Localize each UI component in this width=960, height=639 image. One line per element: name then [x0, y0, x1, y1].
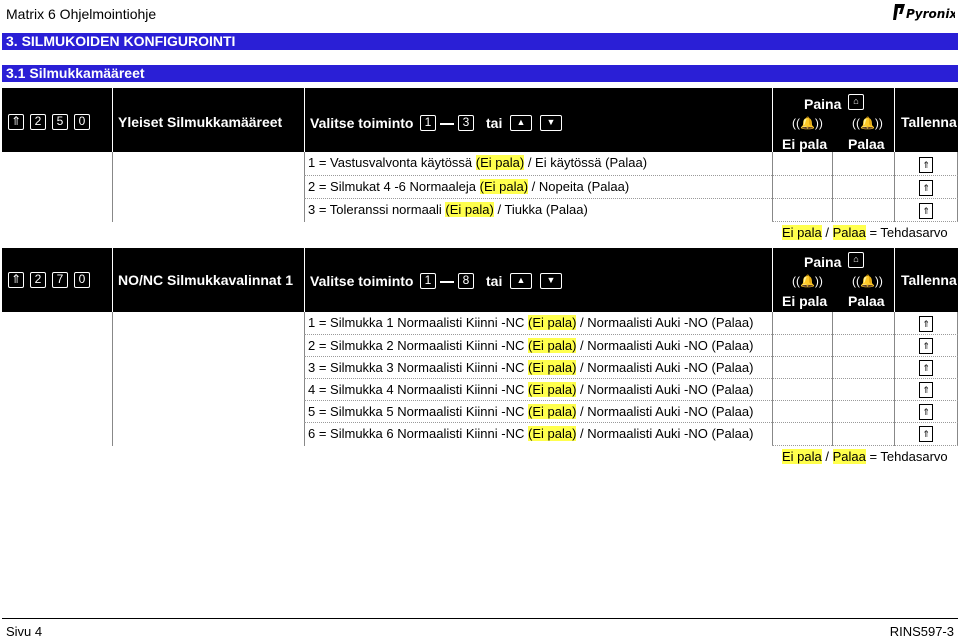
section-heading: 3.1 Silmukkamääreet	[2, 65, 958, 82]
save-key-icon: ⇑	[919, 360, 933, 376]
option-row: 2 = Silmukka 2 Normaalisti Kiinni -NC (E…	[308, 338, 754, 353]
save-key-icon: ⇑	[919, 382, 933, 398]
arrow-up-icon: ▲	[510, 273, 532, 289]
key-digit: 8	[458, 273, 474, 289]
key-digit: 7	[52, 272, 68, 288]
save-key-icon: ⇑	[919, 180, 933, 196]
save-label: Tallenna	[901, 114, 957, 130]
page-number: Sivu 4	[6, 624, 43, 639]
document-title: Matrix 6 Ohjelmointiohje	[6, 6, 157, 22]
option-row: 4 = Silmukka 4 Normaalisti Kiinni -NC (E…	[308, 382, 754, 397]
factory-default-note: Ei pala / Palaa = Tehdasarvo	[782, 225, 948, 240]
on-label: Palaa	[848, 136, 885, 152]
svg-text:Pyronix: Pyronix	[906, 7, 955, 21]
save-key-icon: ⇑	[919, 338, 933, 354]
option-row: 3 = Toleranssi normaali (Ei pala) / Tiuk…	[308, 202, 588, 217]
key-digit: 5	[52, 114, 68, 130]
option-row: 2 = Silmukat 4 -6 Normaaleja (Ei pala) /…	[308, 179, 630, 194]
block-name: Yleiset Silmukkamääreet	[118, 114, 283, 130]
pyronix-logo: Pyronix	[893, 4, 955, 21]
block1-header-bar: ⇑ 2 5 0 Yleiset Silmukkamääreet Valitse …	[2, 88, 958, 152]
range-dash	[440, 123, 454, 125]
arrow-down-icon: ▼	[540, 273, 562, 289]
option-row: 6 = Silmukka 6 Normaalisti Kiinni -NC (E…	[308, 426, 754, 441]
document-code: RINS597-3	[889, 624, 954, 639]
footer-divider	[2, 618, 958, 619]
bell-icon: ((🔔))	[792, 274, 823, 288]
bell-icon: ((🔔))	[852, 274, 883, 288]
on-label: Palaa	[848, 293, 885, 309]
chapter-heading: 3. SILMUKOIDEN KONFIGUROINTI	[2, 33, 958, 50]
save-key-icon: ⇑	[919, 426, 933, 442]
save-key-icon: ⇑	[919, 316, 933, 332]
off-label: Ei pala	[782, 136, 828, 152]
off-label: Ei pala	[782, 293, 828, 309]
instruction-text: Valitse toiminto	[310, 273, 414, 289]
key-digit: 0	[74, 272, 90, 288]
arrow-down-icon: ▼	[540, 115, 562, 131]
key-digit: 2	[30, 272, 46, 288]
instruction-text: Valitse toiminto	[310, 115, 414, 131]
option-row: 3 = Silmukka 3 Normaalisti Kiinni -NC (E…	[308, 360, 754, 375]
keypad-icon: ⌂	[848, 252, 864, 268]
option-row: 1 = Vastusvalvonta käytössä (Ei pala) / …	[308, 155, 648, 170]
program-key-icon: ⇑	[8, 114, 24, 130]
save-label: Tallenna	[901, 272, 957, 288]
block2-header-bar: ⇑ 2 7 0 NO/NC Silmukkavalinnat 1 Valitse…	[2, 248, 958, 312]
or-text: tai	[486, 273, 503, 289]
bell-icon: ((🔔))	[792, 116, 823, 130]
key-digit: 3	[458, 115, 474, 131]
arrow-up-icon: ▲	[510, 115, 532, 131]
bell-icon: ((🔔))	[852, 116, 883, 130]
press-label: Paina	[804, 254, 842, 270]
factory-default-note: Ei pala / Palaa = Tehdasarvo	[782, 449, 948, 464]
keypad-icon: ⌂	[848, 94, 864, 110]
save-key-icon: ⇑	[919, 157, 933, 173]
press-label: Paina	[804, 96, 842, 112]
save-key-icon: ⇑	[919, 404, 933, 420]
range-dash	[440, 281, 454, 283]
option-row: 1 = Silmukka 1 Normaalisti Kiinni -NC (E…	[308, 315, 754, 330]
key-digit: 1	[420, 115, 436, 131]
option-row: 5 = Silmukka 5 Normaalisti Kiinni -NC (E…	[308, 404, 754, 419]
save-key-icon: ⇑	[919, 203, 933, 219]
key-digit: 2	[30, 114, 46, 130]
key-digit: 1	[420, 273, 436, 289]
or-text: tai	[486, 115, 503, 131]
key-digit: 0	[74, 114, 90, 130]
block-name: NO/NC Silmukkavalinnat 1	[118, 272, 294, 288]
program-key-icon: ⇑	[8, 272, 24, 288]
